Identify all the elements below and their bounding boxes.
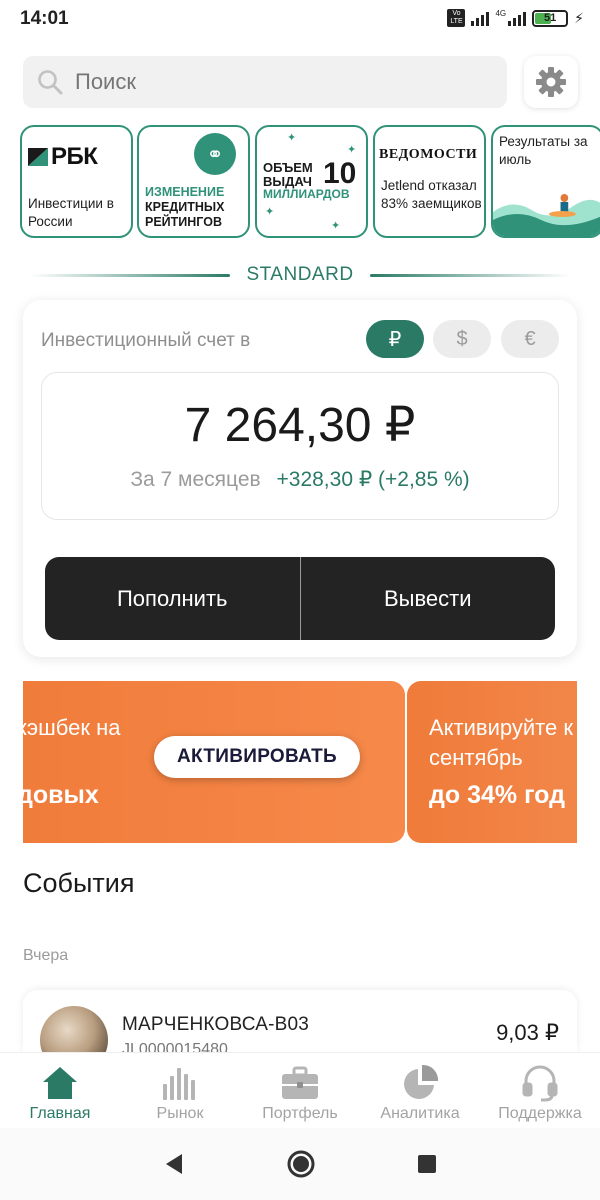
briefcase-icon [280,1063,320,1103]
bottom-nav: Главная Рынок Портфель Аналитика Поддерж… [0,1052,600,1128]
nav-label: Рынок [156,1105,204,1122]
vedomosti-brand: ВЕДОМОСТИ [379,147,478,162]
balance-delta: +328,30 ₽ (+2,85 %) [276,468,470,491]
balance-change: За 7 месяцев +328,30 ₽ (+2,85 %) [42,467,558,492]
events-date-group: Вчера [23,947,69,964]
activate-button[interactable]: АКТИВИРОВАТЬ [154,736,360,778]
nav-analytics[interactable]: Аналитика [360,1053,480,1128]
promo-line-2: довых [23,781,99,809]
search-input[interactable] [75,69,475,95]
nav-market[interactable]: Рынок [120,1053,240,1128]
promo-card[interactable]: кэшбек на довых АКТИВИРОВАТЬ [23,681,405,843]
home-icon [40,1063,80,1103]
story-subtitle: МИЛЛИАРДОВ [263,187,350,201]
rbk-logo: РБК [28,143,98,171]
promo-line-1: Активируйте к [429,715,573,740]
promo-line-3: до 34% год [429,781,565,809]
pie-chart-icon [400,1063,440,1103]
sparkle-icon: ✦ [287,132,297,144]
gear-icon [536,67,566,97]
signal-icon [471,10,490,26]
volte-icon: Vo LTE [447,9,466,27]
status-time: 14:01 [20,8,69,29]
nav-label: Аналитика [380,1105,460,1122]
balance-amount: 7 264,30 ₽ [184,399,416,452]
event-name: МАРЧЕНКОВСА-В03 [122,1014,310,1035]
charging-icon: ⚡ [574,9,584,26]
status-icons: Vo LTE 4G 51 ⚡ [447,9,584,27]
currency-rub-button[interactable]: ₽ [366,320,424,358]
nav-home[interactable]: Главная [0,1053,120,1128]
withdraw-button[interactable]: Вывести [301,557,556,640]
story-volume[interactable]: ✦ ✦ ✦ ✦ ОБЪЕМ ВЫДАЧ 10 МИЛЛИАРДОВ [255,125,368,238]
story-results[interactable]: Результаты за июль [491,125,600,238]
network-type: 4G [495,8,507,18]
deposit-button[interactable]: Пополнить [45,557,300,640]
recents-icon[interactable] [416,1153,438,1175]
account-label: Инвестиционный счет в [41,330,251,351]
rbk-brand: РБК [51,143,98,170]
battery-level: 51 [544,12,557,24]
story-title-line-3: РЕЙТИНГОВ [145,215,222,229]
nav-label: Главная [29,1105,91,1122]
story-title-line-1: ИЗМЕНЕНИЕ [145,185,225,199]
surfer-wave-icon [493,194,600,236]
promo-line-1: кэшбек на [23,715,121,740]
nav-label: Поддержка [498,1105,582,1122]
story-text: Результаты за июль [499,134,588,167]
nav-label: Портфель [262,1105,338,1122]
sparkle-icon: ✦ [331,220,341,232]
search-bar[interactable] [23,56,507,108]
headset-icon [520,1063,560,1103]
story-title: ИЗМЕНЕНИЕ КРЕДИТНЫХ РЕЙТИНГОВ [145,185,224,230]
rating-change-icon: ⚭ [194,133,236,175]
story-title-line-2: КРЕДИТНЫХ [145,200,225,214]
promo-carousel[interactable]: кэшбек на довых АКТИВИРОВАТЬ Активируйте… [23,681,577,843]
avatar [40,1006,108,1052]
signal-icon-2 [508,10,527,26]
sparkle-icon: ✦ [265,206,275,218]
event-amount: 9,03 ₽ [496,1020,559,1045]
nav-support[interactable]: Поддержка [480,1053,600,1128]
account-card: Инвестиционный счет в ₽ $ € 7 264,30 ₽ З… [23,300,577,657]
events-title: События [23,868,135,898]
event-id: JL0000015480 [122,1041,228,1052]
system-nav-bar [0,1128,600,1200]
story-text: Jetlend отказал 83% заемщиков [381,178,482,211]
story-number: 10 [323,157,357,190]
currency-usd-button[interactable]: $ [433,320,491,358]
promo-card-2[interactable]: Активируйте к сентябрь до 34% год [407,681,577,843]
settings-button[interactable] [524,56,578,108]
event-item[interactable]: МАРЧЕНКОВСА-В03 JL0000015480 9,03 ₽ [23,990,577,1052]
search-icon [38,70,63,95]
stories-carousel[interactable]: РБК Инвестиции в России ⚭ ИЗМЕНЕНИЕ КРЕД… [20,124,600,240]
promo-line-2: сентябрь [429,745,523,770]
battery-icon: 51 [532,9,569,27]
story-vedomosti[interactable]: ВЕДОМОСТИ Jetlend отказал 83% заемщиков [373,125,486,238]
balance-box: 7 264,30 ₽ За 7 месяцев +328,30 ₽ (+2,85… [41,372,559,520]
story-text: Инвестиции в России [28,196,114,229]
market-bars-icon [160,1063,200,1103]
account-actions: Пополнить Вывести [45,557,555,640]
divider-line-right [370,274,570,277]
currency-eur-button[interactable]: € [501,320,559,358]
sparkle-icon: ✦ [347,144,357,156]
story-title: ОБЪЕМ ВЫДАЧ [263,161,313,189]
rbk-flag-icon [28,148,48,166]
status-bar: 14:01 Vo LTE 4G 51 ⚡ [0,0,600,38]
nav-portfolio[interactable]: Портфель [240,1053,360,1128]
story-rbk[interactable]: РБК Инвестиции в России [20,125,133,238]
balance-period: За 7 месяцев [130,468,261,491]
back-icon[interactable] [162,1152,186,1176]
story-ratings[interactable]: ⚭ ИЗМЕНЕНИЕ КРЕДИТНЫХ РЕЙТИНГОВ [137,125,250,238]
story-title-line-1: ОБЪЕМ [263,160,313,175]
home-circle-icon[interactable] [286,1149,316,1179]
